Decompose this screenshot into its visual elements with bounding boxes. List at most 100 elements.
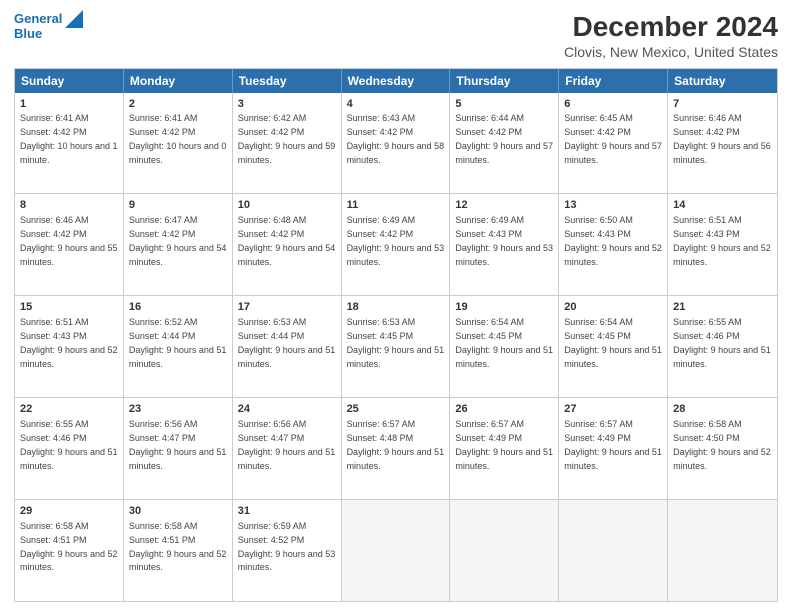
day-number: 1 — [20, 97, 118, 112]
header-saturday: Saturday — [668, 69, 777, 93]
header-wednesday: Wednesday — [342, 69, 451, 93]
day-number: 18 — [347, 300, 445, 315]
cal-cell-w1-d6: 14 Sunrise: 6:51 AMSunset: 4:43 PMDayligh… — [668, 194, 777, 295]
cell-info: Sunrise: 6:55 AMSunset: 4:46 PMDaylight:… — [20, 419, 118, 470]
cal-cell-w2-d6: 21Sunrise: 6:55 AMSunset: 4:46 PMDayligh… — [668, 296, 777, 397]
cell-info: Sunrise: 6:58 AMSunset: 4:51 PMDaylight:… — [129, 521, 227, 572]
day-number: 19 — [455, 300, 553, 315]
day-number: 8 — [20, 198, 118, 213]
title-block: December 2024 Clovis, New Mexico, United… — [564, 10, 778, 60]
cal-cell-w0-d0: 1Sunrise: 6:41 AMSunset: 4:42 PMDaylight… — [15, 93, 124, 194]
cell-info: Sunrise: 6:57 AMSunset: 4:49 PMDaylight:… — [564, 419, 662, 470]
cell-info: Sunrise: 6:48 AMSunset: 4:42 PMDaylight:… — [238, 215, 336, 266]
subtitle: Clovis, New Mexico, United States — [564, 44, 778, 60]
cal-cell-w0-d2: 3Sunrise: 6:42 AMSunset: 4:42 PMDaylight… — [233, 93, 342, 194]
cell-info: Sunrise: 6:54 AMSunset: 4:45 PMDaylight:… — [564, 317, 662, 368]
calendar: Sunday Monday Tuesday Wednesday Thursday… — [14, 68, 778, 602]
header-monday: Monday — [124, 69, 233, 93]
cal-cell-w0-d6: 7Sunrise: 6:46 AMSunset: 4:42 PMDaylight… — [668, 93, 777, 194]
logo: General Blue — [14, 10, 83, 42]
header-tuesday: Tuesday — [233, 69, 342, 93]
cell-info: Sunrise: 6:45 AMSunset: 4:42 PMDaylight:… — [564, 113, 662, 164]
cal-cell-w4-d2: 31Sunrise: 6:59 AMSunset: 4:52 PMDayligh… — [233, 500, 342, 601]
day-number: 4 — [347, 97, 445, 112]
cell-info: Sunrise: 6:46 AMSunset: 4:42 PMDaylight:… — [673, 113, 771, 164]
cell-info: Sunrise: 6:49 AMSunset: 4:42 PMDaylight:… — [347, 215, 445, 266]
calendar-header: Sunday Monday Tuesday Wednesday Thursday… — [15, 69, 777, 93]
cal-cell-w0-d1: 2Sunrise: 6:41 AMSunset: 4:42 PMDaylight… — [124, 93, 233, 194]
cell-info: Sunrise: 6:54 AMSunset: 4:45 PMDaylight:… — [455, 317, 553, 368]
day-number: 30 — [129, 504, 227, 519]
cell-info: Sunrise: 6:51 AMSunset: 4:43 PMDaylight:… — [673, 215, 771, 266]
day-number: 16 — [129, 300, 227, 315]
main-title: December 2024 — [564, 10, 778, 44]
cal-cell-w2-d5: 20Sunrise: 6:54 AMSunset: 4:45 PMDayligh… — [559, 296, 668, 397]
cal-cell-w1-d4: 12 Sunrise: 6:49 AMSunset: 4:43 PMDayligh… — [450, 194, 559, 295]
page: General Blue December 2024 Clovis, New M… — [0, 0, 792, 612]
day-number: 23 — [129, 402, 227, 417]
week-row-4: 29Sunrise: 6:58 AMSunset: 4:51 PMDayligh… — [15, 499, 777, 601]
header-sunday: Sunday — [15, 69, 124, 93]
cell-info: Sunrise: 6:50 AMSunset: 4:43 PMDaylight:… — [564, 215, 662, 266]
cell-info: Sunrise: 6:46 AMSunset: 4:42 PMDaylight:… — [20, 215, 118, 266]
day-number: 25 — [347, 402, 445, 417]
cal-cell-w2-d1: 16 Sunrise: 6:52 AMSunset: 4:44 PMDayligh… — [124, 296, 233, 397]
week-row-0: 1Sunrise: 6:41 AMSunset: 4:42 PMDaylight… — [15, 93, 777, 194]
cell-info: Sunrise: 6:51 AMSunset: 4:43 PMDaylight:… — [20, 317, 118, 368]
day-number: 13 — [564, 198, 662, 213]
cell-info: Sunrise: 6:49 AMSunset: 4:43 PMDaylight:… — [455, 215, 553, 266]
cell-info: Sunrise: 6:57 AMSunset: 4:49 PMDaylight:… — [455, 419, 553, 470]
day-number: 2 — [129, 97, 227, 112]
day-number: 14 — [673, 198, 772, 213]
day-number: 11 — [347, 198, 445, 213]
cell-info: Sunrise: 6:42 AMSunset: 4:42 PMDaylight:… — [238, 113, 336, 164]
header-friday: Friday — [559, 69, 668, 93]
cal-cell-w3-d5: 27 Sunrise: 6:57 AMSunset: 4:49 PMDayligh… — [559, 398, 668, 499]
cal-cell-w3-d1: 23 Sunrise: 6:56 AMSunset: 4:47 PMDayligh… — [124, 398, 233, 499]
day-number: 31 — [238, 504, 336, 519]
cell-info: Sunrise: 6:43 AMSunset: 4:42 PMDaylight:… — [347, 113, 445, 164]
cal-cell-w3-d6: 28Sunrise: 6:58 AMSunset: 4:50 PMDayligh… — [668, 398, 777, 499]
cell-info: Sunrise: 6:41 AMSunset: 4:42 PMDaylight:… — [129, 113, 227, 164]
day-number: 6 — [564, 97, 662, 112]
cal-cell-w4-d3 — [342, 500, 451, 601]
day-number: 3 — [238, 97, 336, 112]
cell-info: Sunrise: 6:57 AMSunset: 4:48 PMDaylight:… — [347, 419, 445, 470]
header-thursday: Thursday — [450, 69, 559, 93]
cal-cell-w2-d3: 18 Sunrise: 6:53 AMSunset: 4:45 PMDayligh… — [342, 296, 451, 397]
cell-info: Sunrise: 6:55 AMSunset: 4:46 PMDaylight:… — [673, 317, 771, 368]
day-number: 22 — [20, 402, 118, 417]
cal-cell-w3-d0: 22 Sunrise: 6:55 AMSunset: 4:46 PMDayligh… — [15, 398, 124, 499]
cal-cell-w3-d2: 24 Sunrise: 6:56 AMSunset: 4:47 PMDayligh… — [233, 398, 342, 499]
header: General Blue December 2024 Clovis, New M… — [14, 10, 778, 60]
day-number: 12 — [455, 198, 553, 213]
day-number: 27 — [564, 402, 662, 417]
day-number: 5 — [455, 97, 553, 112]
cell-info: Sunrise: 6:47 AMSunset: 4:42 PMDaylight:… — [129, 215, 227, 266]
cal-cell-w1-d0: 8 Sunrise: 6:46 AMSunset: 4:42 PMDaylight… — [15, 194, 124, 295]
week-row-3: 22 Sunrise: 6:55 AMSunset: 4:46 PMDayligh… — [15, 397, 777, 499]
day-number: 9 — [129, 198, 227, 213]
cal-cell-w0-d5: 6Sunrise: 6:45 AMSunset: 4:42 PMDaylight… — [559, 93, 668, 194]
cal-cell-w4-d4 — [450, 500, 559, 601]
cell-info: Sunrise: 6:52 AMSunset: 4:44 PMDaylight:… — [129, 317, 227, 368]
calendar-body: 1Sunrise: 6:41 AMSunset: 4:42 PMDaylight… — [15, 93, 777, 601]
week-row-1: 8 Sunrise: 6:46 AMSunset: 4:42 PMDaylight… — [15, 193, 777, 295]
day-number: 24 — [238, 402, 336, 417]
cell-info: Sunrise: 6:56 AMSunset: 4:47 PMDaylight:… — [129, 419, 227, 470]
cell-info: Sunrise: 6:53 AMSunset: 4:45 PMDaylight:… — [347, 317, 445, 368]
cal-cell-w1-d5: 13 Sunrise: 6:50 AMSunset: 4:43 PMDayligh… — [559, 194, 668, 295]
cal-cell-w3-d4: 26Sunrise: 6:57 AMSunset: 4:49 PMDayligh… — [450, 398, 559, 499]
logo-icon — [65, 8, 83, 28]
day-number: 15 — [20, 300, 118, 315]
cell-info: Sunrise: 6:44 AMSunset: 4:42 PMDaylight:… — [455, 113, 553, 164]
cell-info: Sunrise: 6:56 AMSunset: 4:47 PMDaylight:… — [238, 419, 336, 470]
cell-info: Sunrise: 6:41 AMSunset: 4:42 PMDaylight:… — [20, 113, 118, 164]
cal-cell-w2-d0: 15 Sunrise: 6:51 AMSunset: 4:43 PMDayligh… — [15, 296, 124, 397]
day-number: 17 — [238, 300, 336, 315]
cell-info: Sunrise: 6:53 AMSunset: 4:44 PMDaylight:… — [238, 317, 336, 368]
logo-text: General — [14, 11, 62, 27]
cal-cell-w0-d3: 4Sunrise: 6:43 AMSunset: 4:42 PMDaylight… — [342, 93, 451, 194]
cal-cell-w4-d1: 30 Sunrise: 6:58 AMSunset: 4:51 PMDayligh… — [124, 500, 233, 601]
cal-cell-w2-d2: 17 Sunrise: 6:53 AMSunset: 4:44 PMDayligh… — [233, 296, 342, 397]
